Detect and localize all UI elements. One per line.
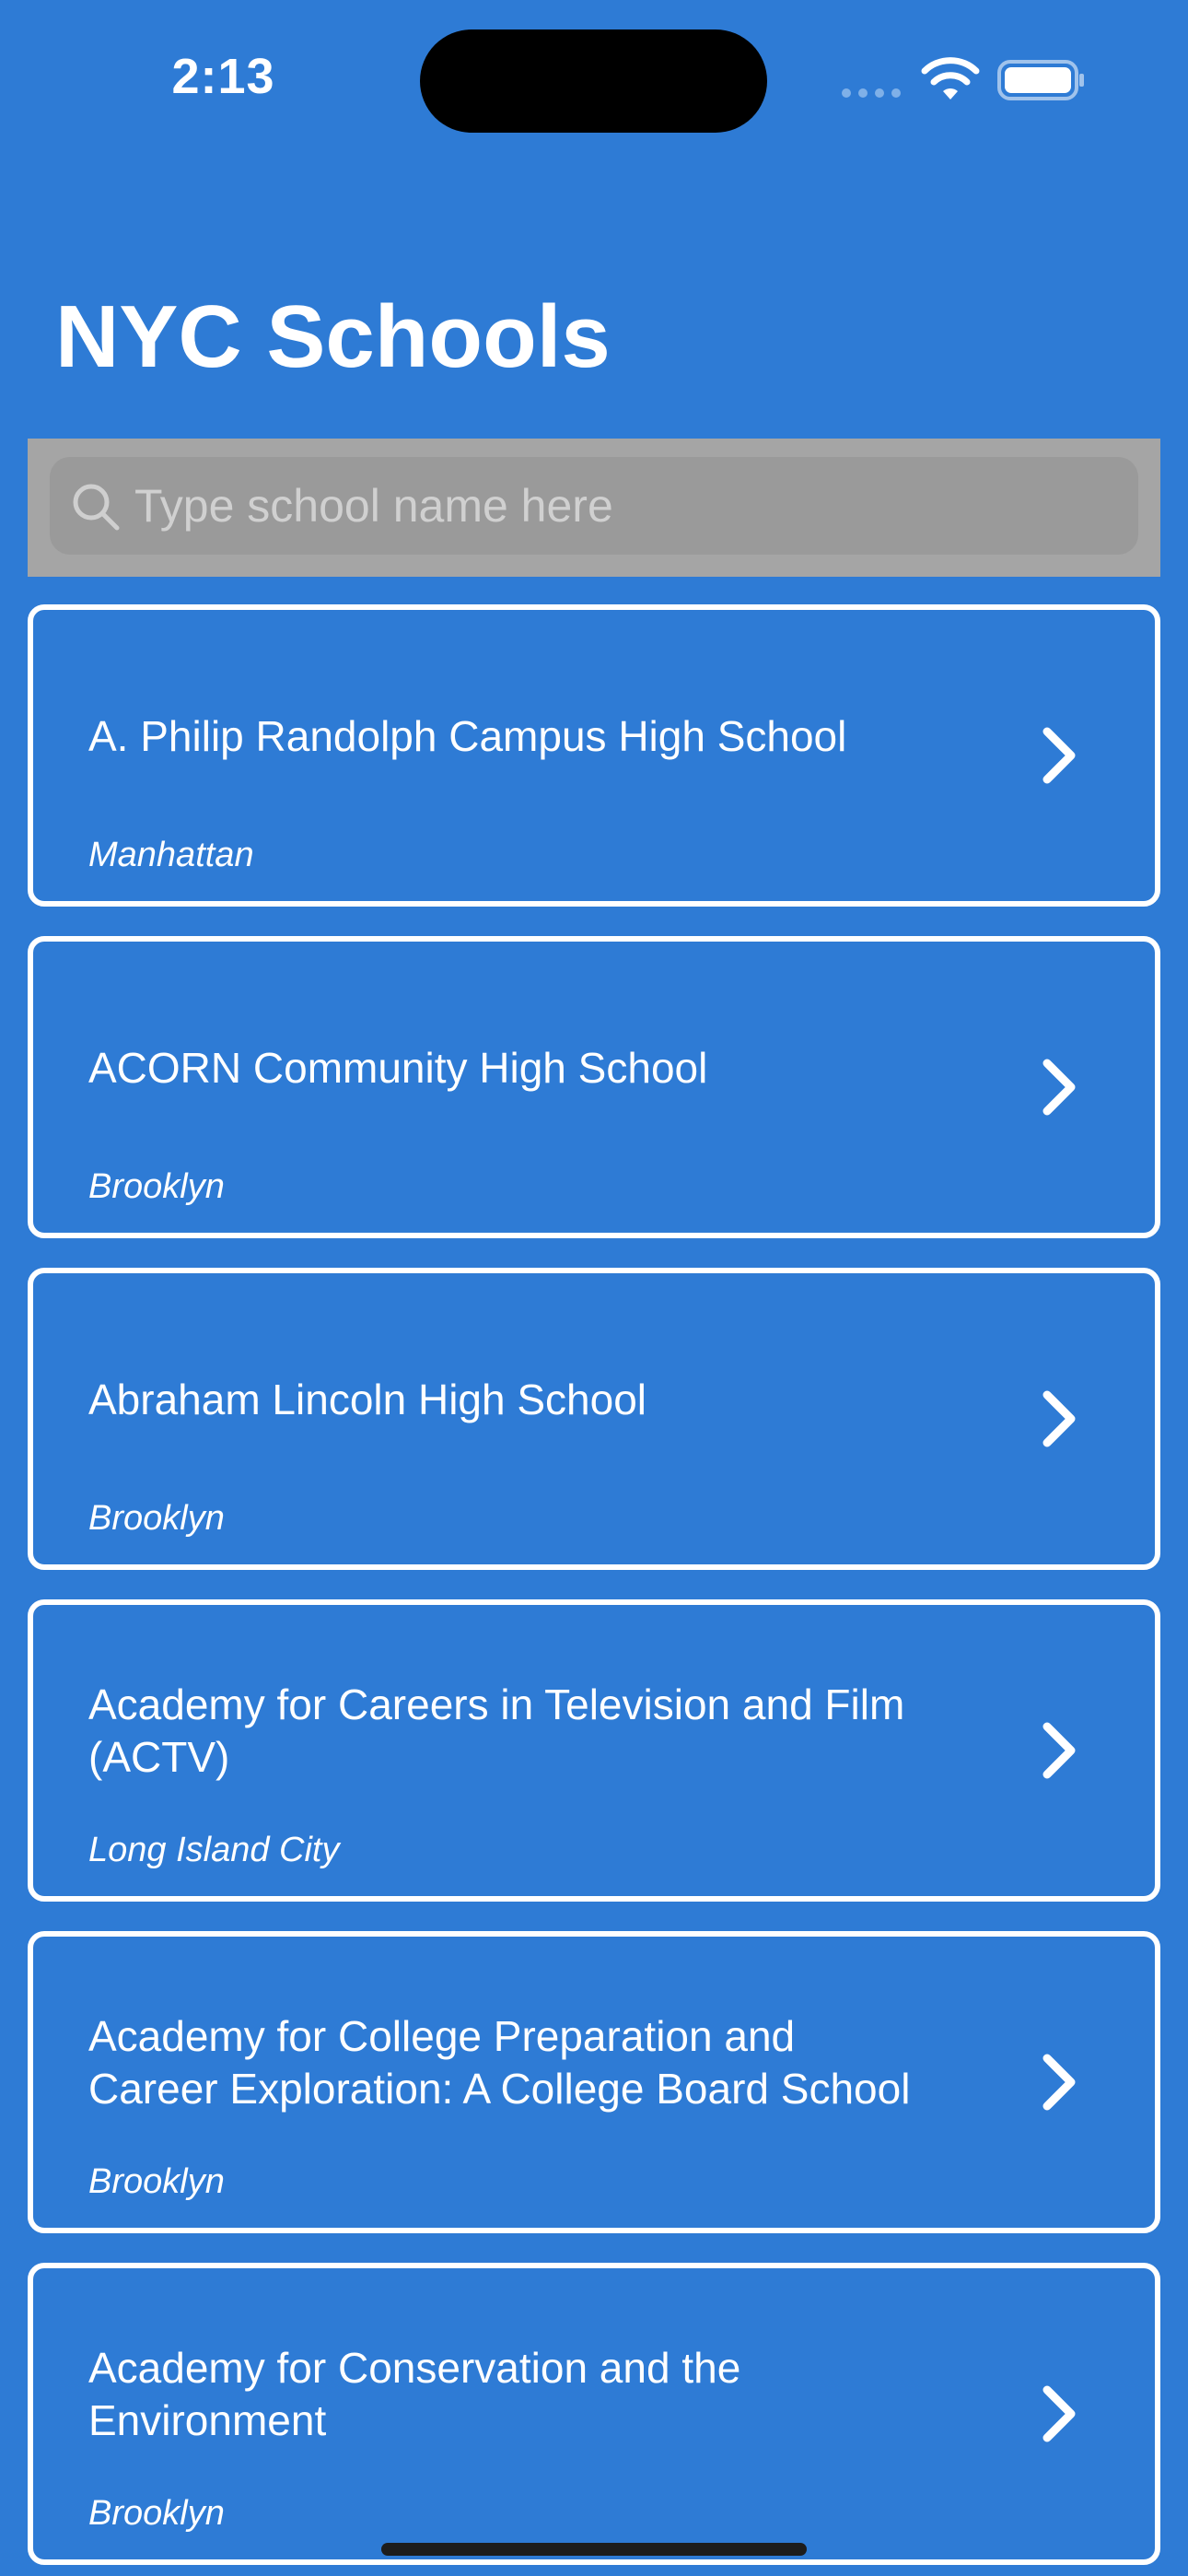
school-borough: Brooklyn (88, 2162, 225, 2201)
search-field[interactable] (50, 457, 1138, 555)
school-borough: Brooklyn (88, 1167, 225, 1206)
school-row[interactable]: Academy for Conservation and the Environ… (28, 2263, 1160, 2565)
school-row[interactable]: Academy for Careers in Television and Fi… (28, 1599, 1160, 1902)
battery-icon (997, 60, 1084, 100)
school-row[interactable]: ACORN Community High School Brooklyn (28, 936, 1160, 1238)
chevron-right-icon (1042, 2054, 1076, 2111)
school-name: Abraham Lincoln High School (88, 1375, 647, 1423)
school-name: Academy for Careers in Television and Fi… (88, 1680, 905, 1781)
school-row[interactable]: Academy for College Preparation and Care… (28, 1931, 1160, 2233)
school-name: Academy for College Preparation and Care… (88, 2012, 911, 2113)
cellular-signal-icon (842, 88, 901, 98)
search-input[interactable] (134, 457, 1120, 555)
search-icon (73, 484, 120, 531)
school-name: A. Philip Randolph Campus High School (88, 711, 847, 760)
status-time: 2:13 (171, 49, 275, 104)
search-bar (28, 439, 1160, 577)
chevron-right-icon (1042, 727, 1076, 784)
school-borough: Long Island City (88, 1831, 340, 1869)
school-name: Academy for Conservation and the Environ… (88, 2344, 741, 2444)
wifi-icon (921, 57, 980, 100)
page-title: NYC Schools (55, 287, 611, 386)
school-borough: Manhattan (88, 836, 254, 874)
school-borough: Brooklyn (88, 1499, 225, 1538)
chevron-right-icon (1042, 1390, 1076, 1447)
school-row[interactable]: Abraham Lincoln High School Brooklyn (28, 1268, 1160, 1570)
school-row[interactable]: A. Philip Randolph Campus High School Ma… (28, 604, 1160, 907)
home-indicator[interactable] (381, 2543, 807, 2556)
chevron-right-icon (1042, 2385, 1076, 2442)
chevron-right-icon (1042, 1722, 1076, 1779)
chevron-right-icon (1042, 1059, 1076, 1116)
status-bar: 2:13 (0, 0, 1188, 157)
school-name: ACORN Community High School (88, 1043, 708, 1092)
dynamic-island (420, 29, 767, 133)
school-list: A. Philip Randolph Campus High School Ma… (28, 604, 1160, 2576)
school-borough: Brooklyn (88, 2494, 225, 2533)
